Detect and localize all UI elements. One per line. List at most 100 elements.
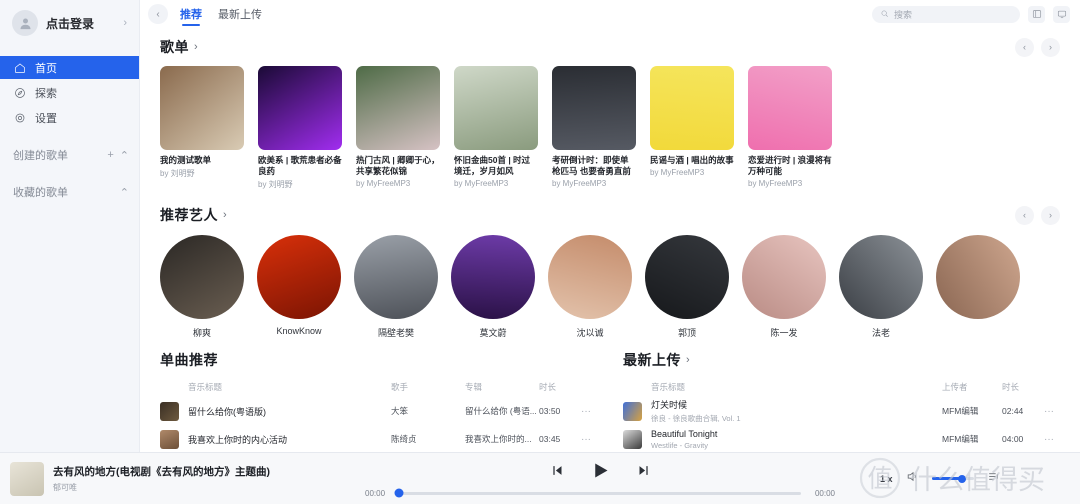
topbar: ‹ 推荐 最新上传 搜索 <box>140 0 1080 28</box>
artists-next-button[interactable]: › <box>1041 205 1060 225</box>
table-row[interactable]: 留什么给你(粤语版) 大笨 留什么给你 (粤语... 03:50 ··· <box>160 397 597 425</box>
playlist-author: by MyFreeMP3 <box>454 179 509 188</box>
playlists-next-button[interactable]: › <box>1041 37 1060 57</box>
playlist-cover[interactable] <box>650 66 734 150</box>
volume-slider[interactable] <box>931 474 974 483</box>
back-button[interactable]: ‹ <box>148 4 168 24</box>
playlist-card[interactable]: 我的测试歌单 by 刘明野 <box>160 66 244 190</box>
player-artist: 郁可唯 <box>53 483 77 492</box>
volume-knob[interactable] <box>957 474 966 483</box>
table-row[interactable]: Beautiful Tonight Westlife - Gravity MFM编辑… <box>623 425 1060 452</box>
progress-slider[interactable] <box>394 488 801 498</box>
artist-avatar[interactable] <box>451 235 535 319</box>
playlists-carousel-nav: ‹ › <box>1015 37 1060 57</box>
playlist-card[interactable]: 欧美系 | 歌荒患者必备良药 by 刘明野 <box>258 66 342 190</box>
main-area: ‹ 推荐 最新上传 搜索 歌单 › ‹ › 我的测试歌单 by 刘明野 欧美系 … <box>140 0 1080 504</box>
artist-avatar[interactable] <box>645 235 729 319</box>
chevron-right-icon[interactable]: › <box>686 354 690 366</box>
artist-name: 法老 <box>871 328 890 338</box>
track-title-cell: 我喜欢上你时的内心活动 <box>188 433 391 446</box>
artist-card[interactable]: 沈以诚 <box>548 235 632 339</box>
playlist-card[interactable]: 怀旧金曲50首 | 时过境迁，岁月如风 by MyFreeMP3 <box>454 66 538 190</box>
more-options-icon[interactable]: ··· <box>1038 434 1060 445</box>
search-input[interactable]: 搜索 <box>872 5 1020 23</box>
skip-previous-icon[interactable] <box>549 463 564 483</box>
add-icon[interactable]: + <box>107 149 113 161</box>
playlist-cover[interactable] <box>748 66 832 150</box>
artist-card[interactable]: KnowKnow <box>257 235 341 339</box>
playlists-prev-button[interactable]: ‹ <box>1015 37 1034 57</box>
playlist-card[interactable]: 热门古风 | 卿卿于心，共享繁花似锦 by MyFreeMP3 <box>356 66 440 190</box>
track-artist: 大笨 <box>391 406 409 416</box>
artist-avatar[interactable] <box>257 235 341 319</box>
volume-icon[interactable] <box>906 470 919 488</box>
column-artist: 歌手 <box>391 382 409 392</box>
chevron-up-icon[interactable]: ⌃ <box>120 186 129 199</box>
table-row[interactable]: 灯关时候 徐良 - 徐良歌曲合辑, Vol. 1 MFM编辑 02:44 ··· <box>623 397 1060 425</box>
chevron-up-icon[interactable]: ⌃ <box>120 149 129 162</box>
artist-name: 陈一发 <box>770 328 798 338</box>
more-options-icon[interactable]: ··· <box>575 434 597 445</box>
chevron-right-icon[interactable]: › <box>223 209 227 221</box>
playlist-cover[interactable] <box>356 66 440 150</box>
cast-icon[interactable] <box>1053 5 1070 23</box>
sidebar-item-home[interactable]: 首页 <box>0 56 139 79</box>
track-artist: 陈绮贞 <box>391 434 417 444</box>
artist-card[interactable]: 隔壁老樊 <box>354 235 438 339</box>
tab-latest-upload[interactable]: 最新上传 <box>218 0 262 28</box>
artist-card[interactable]: 法老 <box>839 235 923 339</box>
playlist-card[interactable]: 民谣与酒 | 唱出的故事 by MyFreeMP3 <box>650 66 734 190</box>
sidebar-item-explore-label: 探索 <box>35 87 57 100</box>
playlists-title: 歌单 <box>160 39 189 55</box>
artist-avatar[interactable] <box>160 235 244 319</box>
column-uploader: 上传者 <box>942 382 968 392</box>
playlist-card[interactable]: 考研倒计时：即使单枪匹马 也要奋勇直前 by MyFreeMP3 <box>552 66 636 190</box>
playback-speed-button[interactable]: 1 x <box>880 474 893 484</box>
gear-icon <box>13 111 26 124</box>
playlist-name: 我的测试歌单 <box>160 155 212 165</box>
artist-card[interactable]: 郭顶 <box>645 235 729 339</box>
column-duration: 时长 <box>1002 382 1020 392</box>
sidebar-item-explore[interactable]: 探索 <box>0 81 139 104</box>
playlist-card[interactable]: 恋爱进行时 | 浪漫将有万种可能 by MyFreeMP3 <box>748 66 832 190</box>
track-thumbnail <box>160 429 179 449</box>
mini-player-icon[interactable] <box>1028 5 1045 23</box>
playlist-cover[interactable] <box>552 66 636 150</box>
chevron-right-icon[interactable]: › <box>194 41 198 53</box>
table-row[interactable]: 我喜欢上你时的内心活动 陈绮贞 我喜欢上你时的... 03:45 ··· <box>160 425 597 452</box>
artist-avatar[interactable] <box>548 235 632 319</box>
sidebar-item-settings[interactable]: 设置 <box>0 106 139 129</box>
artist-avatar[interactable] <box>839 235 923 319</box>
player-song-title: 去有风的地方(电视剧《去有风的地方》主题曲) <box>53 466 270 478</box>
progress-knob[interactable] <box>394 488 404 498</box>
track-title: 灯关时候 <box>651 400 688 410</box>
artist-card[interactable]: 陈一发 <box>742 235 826 339</box>
latest-list-title: 最新上传 <box>623 352 681 368</box>
login-row[interactable]: 点击登录 › <box>0 0 139 46</box>
artists-prev-button[interactable]: ‹ <box>1015 205 1034 225</box>
sidebar-group-created[interactable]: 创建的歌单 + ⌃ <box>0 144 139 166</box>
chevron-right-icon: › <box>123 17 127 29</box>
sidebar-nav: 首页 探索 设置 <box>0 56 139 129</box>
artist-card[interactable] <box>936 235 1020 339</box>
more-options-icon[interactable]: ··· <box>575 406 597 417</box>
artist-card[interactable]: 柳爽 <box>160 235 244 339</box>
more-options-icon[interactable]: ··· <box>1038 406 1060 417</box>
album-cover[interactable] <box>10 461 44 496</box>
playlist-cover[interactable] <box>160 66 244 150</box>
sidebar-group-favorites[interactable]: 收藏的歌单 ⌃ <box>0 181 139 203</box>
playlist-cover[interactable] <box>454 66 538 150</box>
play-icon[interactable] <box>590 460 611 486</box>
artist-avatar[interactable] <box>742 235 826 319</box>
playlist-cover[interactable] <box>258 66 342 150</box>
artists-title: 推荐艺人 <box>160 207 218 223</box>
playlist-icon[interactable] <box>987 470 1000 488</box>
artist-card[interactable]: 莫文蔚 <box>451 235 535 339</box>
tab-recommend[interactable]: 推荐 <box>180 0 202 28</box>
track-title-cell: Beautiful Tonight Westlife - Gravity <box>651 429 942 450</box>
skip-next-icon[interactable] <box>637 463 652 483</box>
artist-avatar[interactable] <box>936 235 1020 319</box>
track-thumbnail <box>623 401 642 421</box>
artist-avatar[interactable] <box>354 235 438 319</box>
sidebar: 点击登录 › 首页 探索 设置 创建的歌单 + ⌃ 收藏的歌单 ⌃ <box>0 0 140 504</box>
